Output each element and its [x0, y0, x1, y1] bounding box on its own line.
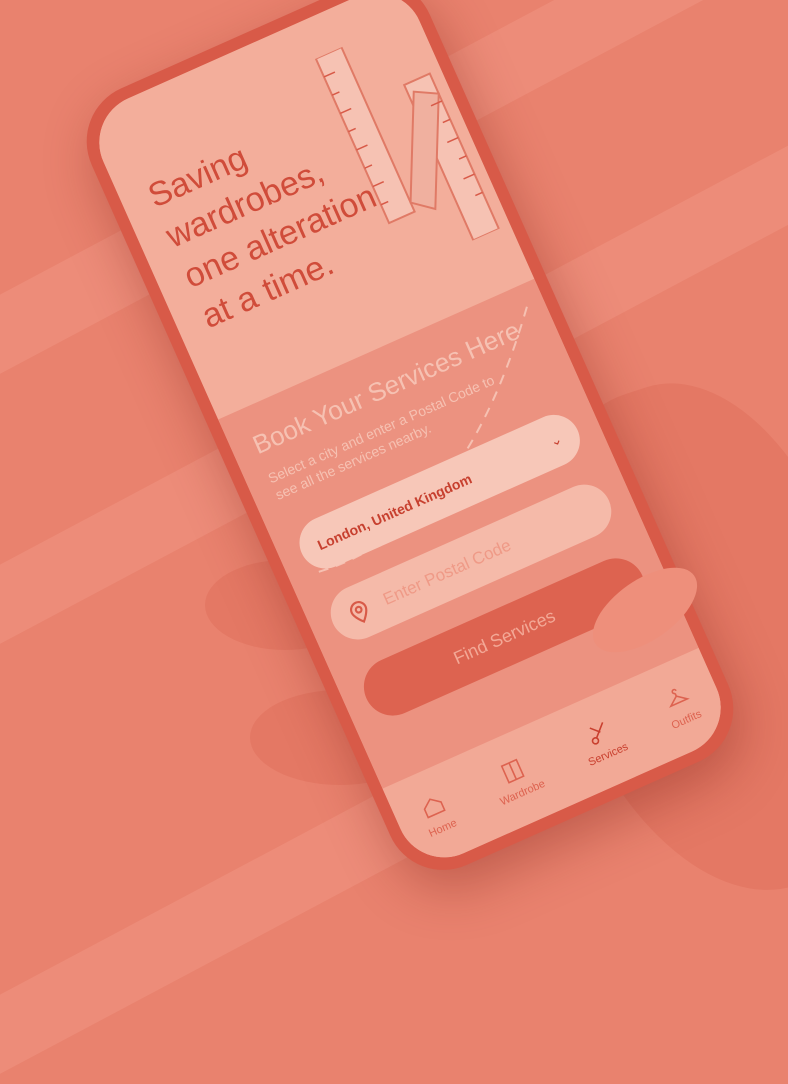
location-pin-icon [350, 601, 368, 623]
phone-body: Saving wardrobes, one alteration at a ti… [68, 0, 752, 889]
tab-services[interactable]: Services [574, 713, 630, 769]
tab-home[interactable]: Home [415, 790, 459, 840]
tab-home-label: Home [427, 817, 459, 840]
home-icon [423, 798, 446, 819]
scissors-icon [589, 722, 604, 745]
tab-outfits[interactable]: Outfits [657, 681, 704, 732]
phone-mockup: Saving wardrobes, one alteration at a ti… [0, 0, 788, 889]
wardrobe-icon [500, 758, 525, 784]
tab-wardrobe[interactable]: Wardrobe [486, 750, 547, 808]
hanger-icon [668, 688, 690, 708]
app-screen: Saving wardrobes, one alteration at a ti… [83, 0, 737, 873]
